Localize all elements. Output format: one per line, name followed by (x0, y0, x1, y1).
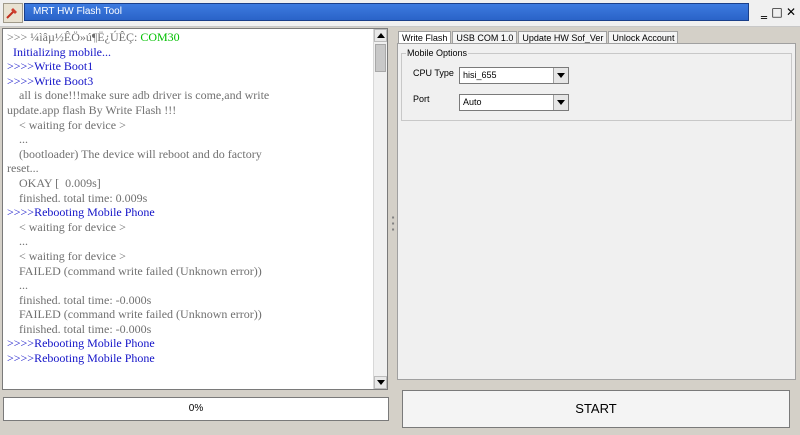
log-line: >>>>Rebooting Mobile Phone (7, 336, 155, 351)
log-line: < waiting for device > (7, 248, 126, 263)
arrow-down-icon (377, 380, 385, 385)
log-line: < waiting for device > (7, 219, 126, 234)
log-line: reset... (7, 161, 39, 176)
log-line: OKAY [ 0.009s] (7, 175, 101, 190)
progress-label: 0% (188, 403, 204, 414)
log-output[interactable]: >>> ¼ìâµ½ÊÖ»ú¶Ë¿ÚÊÇ: COM30 Initializing … (2, 28, 388, 390)
close-icon: ✕ (785, 5, 797, 19)
log-line: >>>>Write Boot1 (7, 59, 94, 74)
close-button[interactable]: ✕ (784, 5, 798, 19)
log-line: update.app flash By Write Flash !!! (7, 102, 177, 117)
com-port-value: COM30 (140, 30, 180, 44)
log-line: finished. total time: 0.009s (7, 190, 148, 205)
log-line: Initializing mobile... (7, 44, 111, 59)
minimize-button[interactable]: ‗ (757, 5, 771, 19)
log-line: >>>>Write Boot3 (7, 73, 94, 88)
chevron-down-icon (557, 100, 565, 105)
log-line: ... (7, 234, 28, 249)
progress-bar: 0% (3, 397, 389, 421)
log-line: all is done!!!make sure adb driver is co… (7, 88, 270, 103)
port-label: Port (413, 94, 430, 104)
port-select[interactable]: Auto (459, 94, 569, 111)
cpu-type-dropdown-button[interactable] (553, 68, 568, 83)
mobile-options-group: Mobile Options CPU Type hisi_655 Port Au… (401, 48, 792, 121)
maximize-icon: □ (771, 5, 783, 19)
chevron-down-icon (557, 73, 565, 78)
write-flash-panel: Mobile Options CPU Type hisi_655 Port Au… (397, 43, 796, 380)
log-line: >>>>Rebooting Mobile Phone (7, 351, 155, 366)
log-line: ... (7, 132, 28, 147)
log-line: >>> ¼ìâµ½ÊÖ»ú¶Ë¿ÚÊÇ: COM30 (7, 30, 180, 44)
title-bar: MRT HW Flash Tool ‗ □ ✕ (0, 0, 800, 27)
cpu-type-select[interactable]: hisi_655 (459, 67, 569, 84)
window-title: MRT HW Flash Tool (24, 3, 749, 21)
log-line: < waiting for device > (7, 117, 126, 132)
port-value: Auto (463, 97, 482, 107)
arrow-up-icon (377, 33, 385, 38)
log-line: FAILED (command write failed (Unknown er… (7, 307, 262, 322)
scroll-thumb[interactable] (375, 44, 386, 72)
cpu-type-value: hisi_655 (463, 70, 497, 80)
log-line: finished. total time: -0.000s (7, 292, 152, 307)
start-button[interactable]: START (402, 390, 790, 428)
log-line: ... (7, 278, 28, 293)
log-line: >>>>Rebooting Mobile Phone (7, 205, 155, 220)
scroll-up-button[interactable] (374, 29, 387, 42)
log-line: finished. total time: -0.000s (7, 321, 152, 336)
mobile-options-title: Mobile Options (406, 48, 469, 58)
log-line: FAILED (command write failed (Unknown er… (7, 263, 262, 278)
port-dropdown-button[interactable] (553, 95, 568, 110)
app-icon[interactable] (3, 3, 23, 23)
log-lines: >>> ¼ìâµ½ÊÖ»ú¶Ë¿ÚÊÇ: COM30 Initializing … (3, 29, 373, 366)
splitter-handle[interactable]: ▪ ▪ ▪ (390, 214, 396, 235)
log-line: (bootloader) The device will reboot and … (7, 146, 262, 161)
cpu-type-label: CPU Type (413, 68, 454, 78)
scroll-down-button[interactable] (374, 376, 387, 389)
minimize-icon: ‗ (761, 5, 767, 19)
maximize-button[interactable]: □ (770, 5, 784, 19)
log-scrollbar[interactable] (373, 29, 387, 389)
